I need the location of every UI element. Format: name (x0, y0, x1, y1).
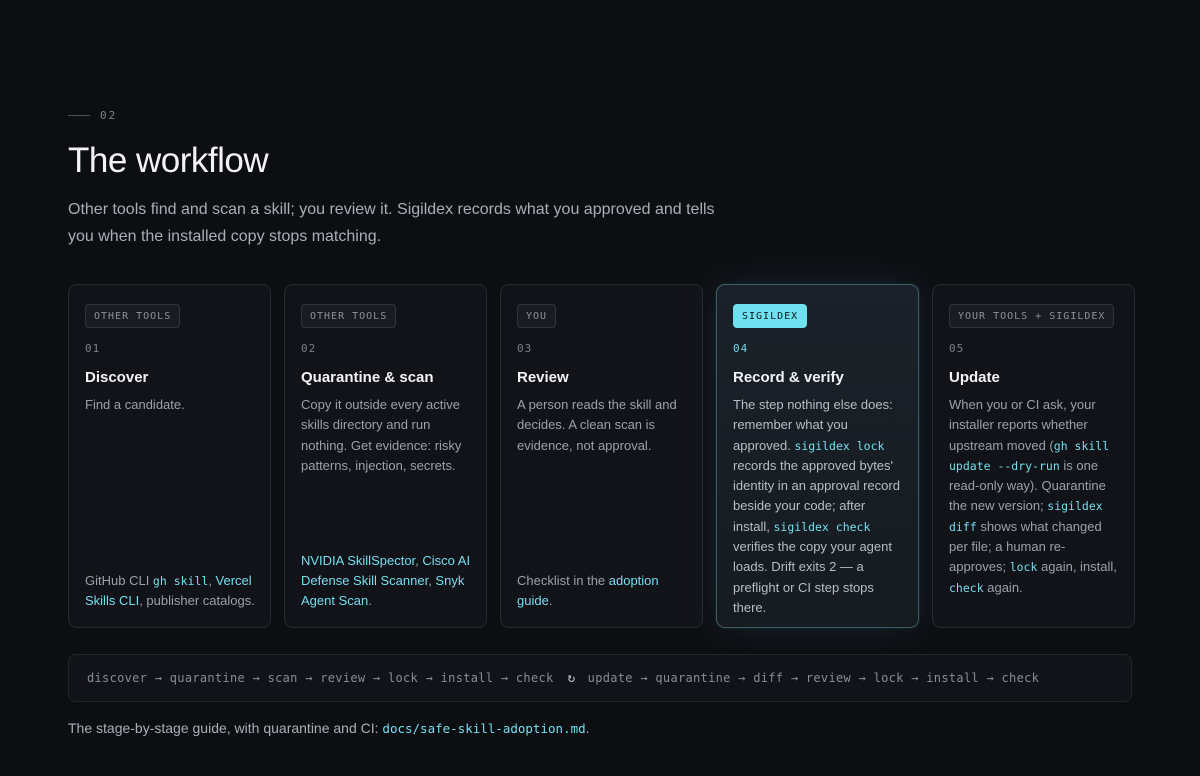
step-description: The step nothing else does: remember wha… (733, 395, 902, 618)
page-title: The workflow (68, 141, 269, 180)
card-update: YOUR TOOLS + SIGILDEX 05 Update When you… (932, 284, 1135, 628)
footer-note: The stage-by-stage guide, with quarantin… (68, 720, 590, 736)
step-title: Review (517, 369, 569, 386)
step-number: 04 (733, 342, 749, 355)
foot-text: Checklist in the (517, 573, 609, 588)
step-description: Find a candidate. (85, 397, 185, 412)
card-badge: SIGILDEX (733, 304, 808, 328)
foot-text: . (548, 593, 553, 608)
step-title: Update (949, 369, 1000, 386)
footer-text: . (585, 720, 590, 736)
step-description: Copy it outside every active skills dire… (301, 397, 462, 473)
intro-text: Other tools find and scan a skill; you r… (68, 201, 715, 245)
card-discover: OTHER TOOLS 01 Discover Find a candidate… (68, 284, 271, 628)
step-title: Quarantine & scan (301, 369, 434, 386)
section-rule (68, 115, 90, 116)
step-number: 05 (949, 342, 965, 355)
flow-update-pass: update → quarantine → diff → review → lo… (587, 671, 1040, 685)
desc-code: check (949, 580, 984, 595)
desc-text: again. (983, 579, 1023, 595)
card-badge: YOUR TOOLS + SIGILDEX (949, 304, 1115, 328)
card-record-verify: SIGILDEX 04 Record & verify The step not… (716, 284, 919, 628)
step-number: 01 (85, 342, 101, 355)
footer-text: The stage-by-stage guide, with quarantin… (68, 720, 383, 736)
step-footnote: NVIDIA SkillSpector, Cisco AI Defense Sk… (301, 551, 474, 611)
step-number: 03 (517, 342, 533, 355)
desc-text: again, install, (1037, 559, 1117, 575)
cycle-icon: ↻ (567, 670, 576, 686)
foot-code: gh skill (152, 574, 209, 588)
step-footnote: GitHub CLI gh skill, Vercel Skills CLI, … (85, 571, 258, 611)
foot-text: , publisher catalogs. (139, 593, 255, 608)
card-badge: YOU (517, 304, 557, 328)
workflow-section: 02 The workflow Other tools find and sca… (0, 0, 1200, 776)
workflow-cards: OTHER TOOLS 01 Discover Find a candidate… (68, 284, 1135, 628)
section-number-label: 02 (100, 109, 118, 122)
foot-text: , (208, 573, 216, 588)
flow-first-pass: discover → quarantine → scan → review → … (87, 671, 554, 685)
step-title: Record & verify (733, 369, 844, 386)
desc-text: verifies the copy your agent loads. Drif… (733, 539, 892, 615)
step-number: 02 (301, 342, 317, 355)
step-footnote: Checklist in the adoption guide. (517, 571, 690, 611)
step-description: When you or CI ask, your installer repor… (949, 395, 1118, 598)
desc-code: lock (1009, 560, 1038, 575)
skillspector-link[interactable]: NVIDIA SkillSpector (301, 553, 415, 568)
desc-code: sigildex check (773, 519, 871, 534)
card-badge: OTHER TOOLS (85, 304, 181, 328)
step-title: Discover (85, 369, 149, 386)
card-quarantine-scan: OTHER TOOLS 02 Quarantine & scan Copy it… (284, 284, 487, 628)
adoption-doc-link[interactable]: docs/safe-skill-adoption.md (382, 721, 585, 736)
section-number: 02 (68, 109, 117, 122)
desc-code: sigildex lock (794, 438, 885, 453)
step-description: A person reads the skill and decides. A … (517, 397, 677, 453)
foot-text: GitHub CLI (85, 573, 153, 588)
card-badge: OTHER TOOLS (301, 304, 397, 328)
card-review: YOU 03 Review A person reads the skill a… (500, 284, 703, 628)
workflow-sequence: discover → quarantine → scan → review → … (68, 654, 1132, 702)
foot-text: . (368, 593, 372, 608)
